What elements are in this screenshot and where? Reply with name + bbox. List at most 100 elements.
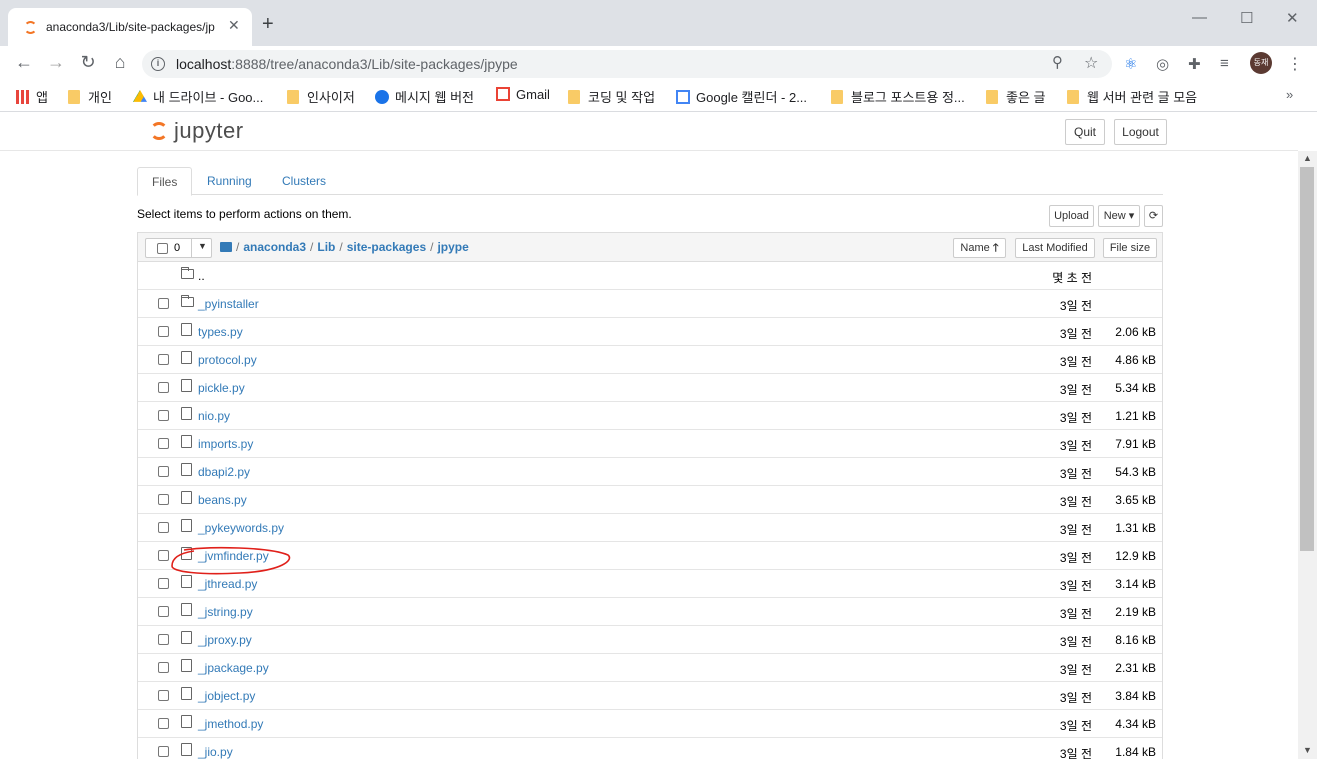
url-text[interactable]: localhost:8888/tree/anaconda3/Lib/site-p… — [176, 56, 518, 72]
tab-running[interactable]: Running — [193, 167, 266, 195]
list-item[interactable]: _jio.py 3일 전 1.84 kB — [138, 738, 1162, 759]
file-name-link[interactable]: _jvmfinder.py — [198, 549, 269, 563]
home-folder-icon[interactable] — [220, 242, 232, 252]
row-checkbox[interactable] — [158, 662, 169, 673]
window-close-icon[interactable]: ✕ — [1286, 9, 1299, 27]
list-item[interactable]: _jobject.py 3일 전 3.84 kB — [138, 682, 1162, 710]
row-checkbox[interactable] — [158, 298, 169, 309]
forward-icon[interactable]: → — [44, 52, 68, 73]
row-checkbox[interactable] — [158, 354, 169, 365]
site-info-icon[interactable]: i — [151, 57, 165, 71]
row-checkbox[interactable] — [158, 438, 169, 449]
sort-file-size-button[interactable]: File size — [1103, 238, 1157, 258]
extension-circle-icon[interactable]: ◎ — [1156, 55, 1169, 73]
bookmark-apps[interactable]: 앱 — [16, 87, 48, 106]
row-checkbox[interactable] — [158, 410, 169, 421]
logout-button[interactable]: Logout — [1114, 119, 1167, 145]
new-dropdown-button[interactable]: New ▾ — [1098, 205, 1140, 227]
breadcrumb-jpype[interactable]: jpype — [437, 240, 468, 254]
file-name-link[interactable]: _jmethod.py — [198, 717, 263, 731]
file-name-link[interactable]: _jpackage.py — [198, 661, 269, 675]
row-checkbox[interactable] — [158, 382, 169, 393]
row-checkbox[interactable] — [158, 466, 169, 477]
row-checkbox[interactable] — [158, 578, 169, 589]
bookmark-blog[interactable]: 블로그 포스트용 정... — [831, 87, 965, 106]
breadcrumb-site-packages[interactable]: site-packages — [347, 240, 426, 254]
list-item[interactable]: _pykeywords.py 3일 전 1.31 kB — [138, 514, 1162, 542]
file-name-link[interactable]: _pyinstaller — [198, 297, 259, 311]
file-name-link[interactable]: _jobject.py — [198, 689, 255, 703]
scrollbar-thumb[interactable] — [1300, 167, 1314, 551]
zoom-icon[interactable]: ⚲ — [1052, 53, 1063, 71]
bookmark-google-drive[interactable]: 내 드라이브 - Goo... — [133, 87, 263, 106]
parent-dir-link[interactable]: .. — [198, 269, 205, 283]
select-menu-caret-icon[interactable]: ▼ — [198, 241, 207, 251]
file-name-link[interactable]: pickle.py — [198, 381, 245, 395]
tab-clusters[interactable]: Clusters — [268, 167, 340, 195]
bookmark-personal[interactable]: 개인 — [68, 87, 112, 106]
profile-avatar[interactable]: 동재 — [1250, 52, 1272, 74]
minimize-icon[interactable]: — — [1192, 9, 1207, 26]
back-icon[interactable]: ← — [12, 52, 36, 73]
breadcrumb-anaconda3[interactable]: anaconda3 — [243, 240, 306, 254]
bookmark-coding[interactable]: 코딩 및 작업 — [568, 87, 655, 106]
row-checkbox[interactable] — [158, 634, 169, 645]
home-icon[interactable]: ⌂ — [108, 52, 132, 73]
select-all-checkbox[interactable] — [157, 243, 168, 254]
scroll-down-icon[interactable]: ▼ — [1303, 745, 1312, 755]
file-name-link[interactable]: protocol.py — [198, 353, 257, 367]
row-checkbox[interactable] — [158, 690, 169, 701]
file-name-link[interactable]: _jstring.py — [198, 605, 253, 619]
bookmark-messages[interactable]: 메시지 웹 버전 — [375, 87, 474, 106]
bookmark-calendar[interactable]: Google 캘린더 - 2... — [676, 87, 807, 106]
file-name-link[interactable]: imports.py — [198, 437, 253, 451]
list-item[interactable]: beans.py 3일 전 3.65 kB — [138, 486, 1162, 514]
row-checkbox[interactable] — [158, 494, 169, 505]
list-item[interactable]: _jproxy.py 3일 전 8.16 kB — [138, 626, 1162, 654]
list-item[interactable]: _jmethod.py 3일 전 4.34 kB — [138, 710, 1162, 738]
extensions-puzzle-icon[interactable]: ✚ — [1188, 55, 1201, 73]
page-scrollbar[interactable]: ▲ ▼ — [1298, 151, 1317, 759]
list-item[interactable]: _jvmfinder.py 3일 전 12.9 kB — [138, 542, 1162, 570]
list-item[interactable]: imports.py 3일 전 7.91 kB — [138, 430, 1162, 458]
reload-icon[interactable]: ↻ — [76, 52, 100, 73]
sort-last-modified-button[interactable]: Last Modified — [1015, 238, 1095, 258]
list-item[interactable]: _jstring.py 3일 전 2.19 kB — [138, 598, 1162, 626]
file-name-link[interactable]: dbapi2.py — [198, 465, 250, 479]
row-checkbox[interactable] — [158, 550, 169, 561]
list-item[interactable]: nio.py 3일 전 1.21 kB — [138, 402, 1162, 430]
new-tab-icon[interactable]: + — [262, 14, 274, 34]
file-name-link[interactable]: _jproxy.py — [198, 633, 252, 647]
bookmark-gmail[interactable]: Gmail — [496, 87, 550, 102]
address-bar[interactable]: i localhost:8888/tree/anaconda3/Lib/site… — [142, 50, 1112, 78]
file-name-link[interactable]: beans.py — [198, 493, 247, 507]
tab-files[interactable]: Files — [137, 167, 193, 196]
close-tab-icon[interactable]: ✕ — [228, 17, 240, 34]
bookmark-good-writing[interactable]: 좋은 글 — [986, 87, 1046, 106]
list-item[interactable]: _jpackage.py 3일 전 2.31 kB — [138, 654, 1162, 682]
row-checkbox[interactable] — [158, 606, 169, 617]
upload-button[interactable]: Upload — [1049, 205, 1094, 227]
react-devtools-icon[interactable]: ⚛ — [1124, 55, 1137, 73]
file-name-link[interactable]: _jio.py — [198, 745, 233, 759]
media-control-icon[interactable]: ≡ — [1220, 55, 1229, 72]
file-name-link[interactable]: _jthread.py — [198, 577, 257, 591]
bookmark-web-server[interactable]: 웹 서버 관련 글 모음 — [1067, 87, 1197, 106]
file-name-link[interactable]: nio.py — [198, 409, 230, 423]
row-checkbox[interactable] — [158, 326, 169, 337]
scroll-up-icon[interactable]: ▲ — [1303, 153, 1312, 163]
bookmark-star-icon[interactable]: ☆ — [1084, 53, 1098, 73]
select-all-control[interactable]: 0 ▼ — [145, 238, 212, 258]
browser-tab[interactable]: anaconda3/Lib/site-packages/jp ✕ — [8, 8, 252, 46]
row-checkbox[interactable] — [158, 718, 169, 729]
row-checkbox[interactable] — [158, 522, 169, 533]
parent-dir-row[interactable]: .. 몇 초 전 — [138, 262, 1162, 290]
list-item[interactable]: dbapi2.py 3일 전 54.3 kB — [138, 458, 1162, 486]
row-checkbox[interactable] — [158, 746, 169, 757]
list-item[interactable]: protocol.py 3일 전 4.86 kB — [138, 346, 1162, 374]
bookmark-insiser[interactable]: 인사이저 — [287, 87, 355, 106]
more-bookmarks-icon[interactable]: » — [1286, 87, 1293, 102]
list-item[interactable]: _jthread.py 3일 전 3.14 kB — [138, 570, 1162, 598]
list-item[interactable]: pickle.py 3일 전 5.34 kB — [138, 374, 1162, 402]
refresh-button[interactable]: ⟳ — [1144, 205, 1163, 227]
